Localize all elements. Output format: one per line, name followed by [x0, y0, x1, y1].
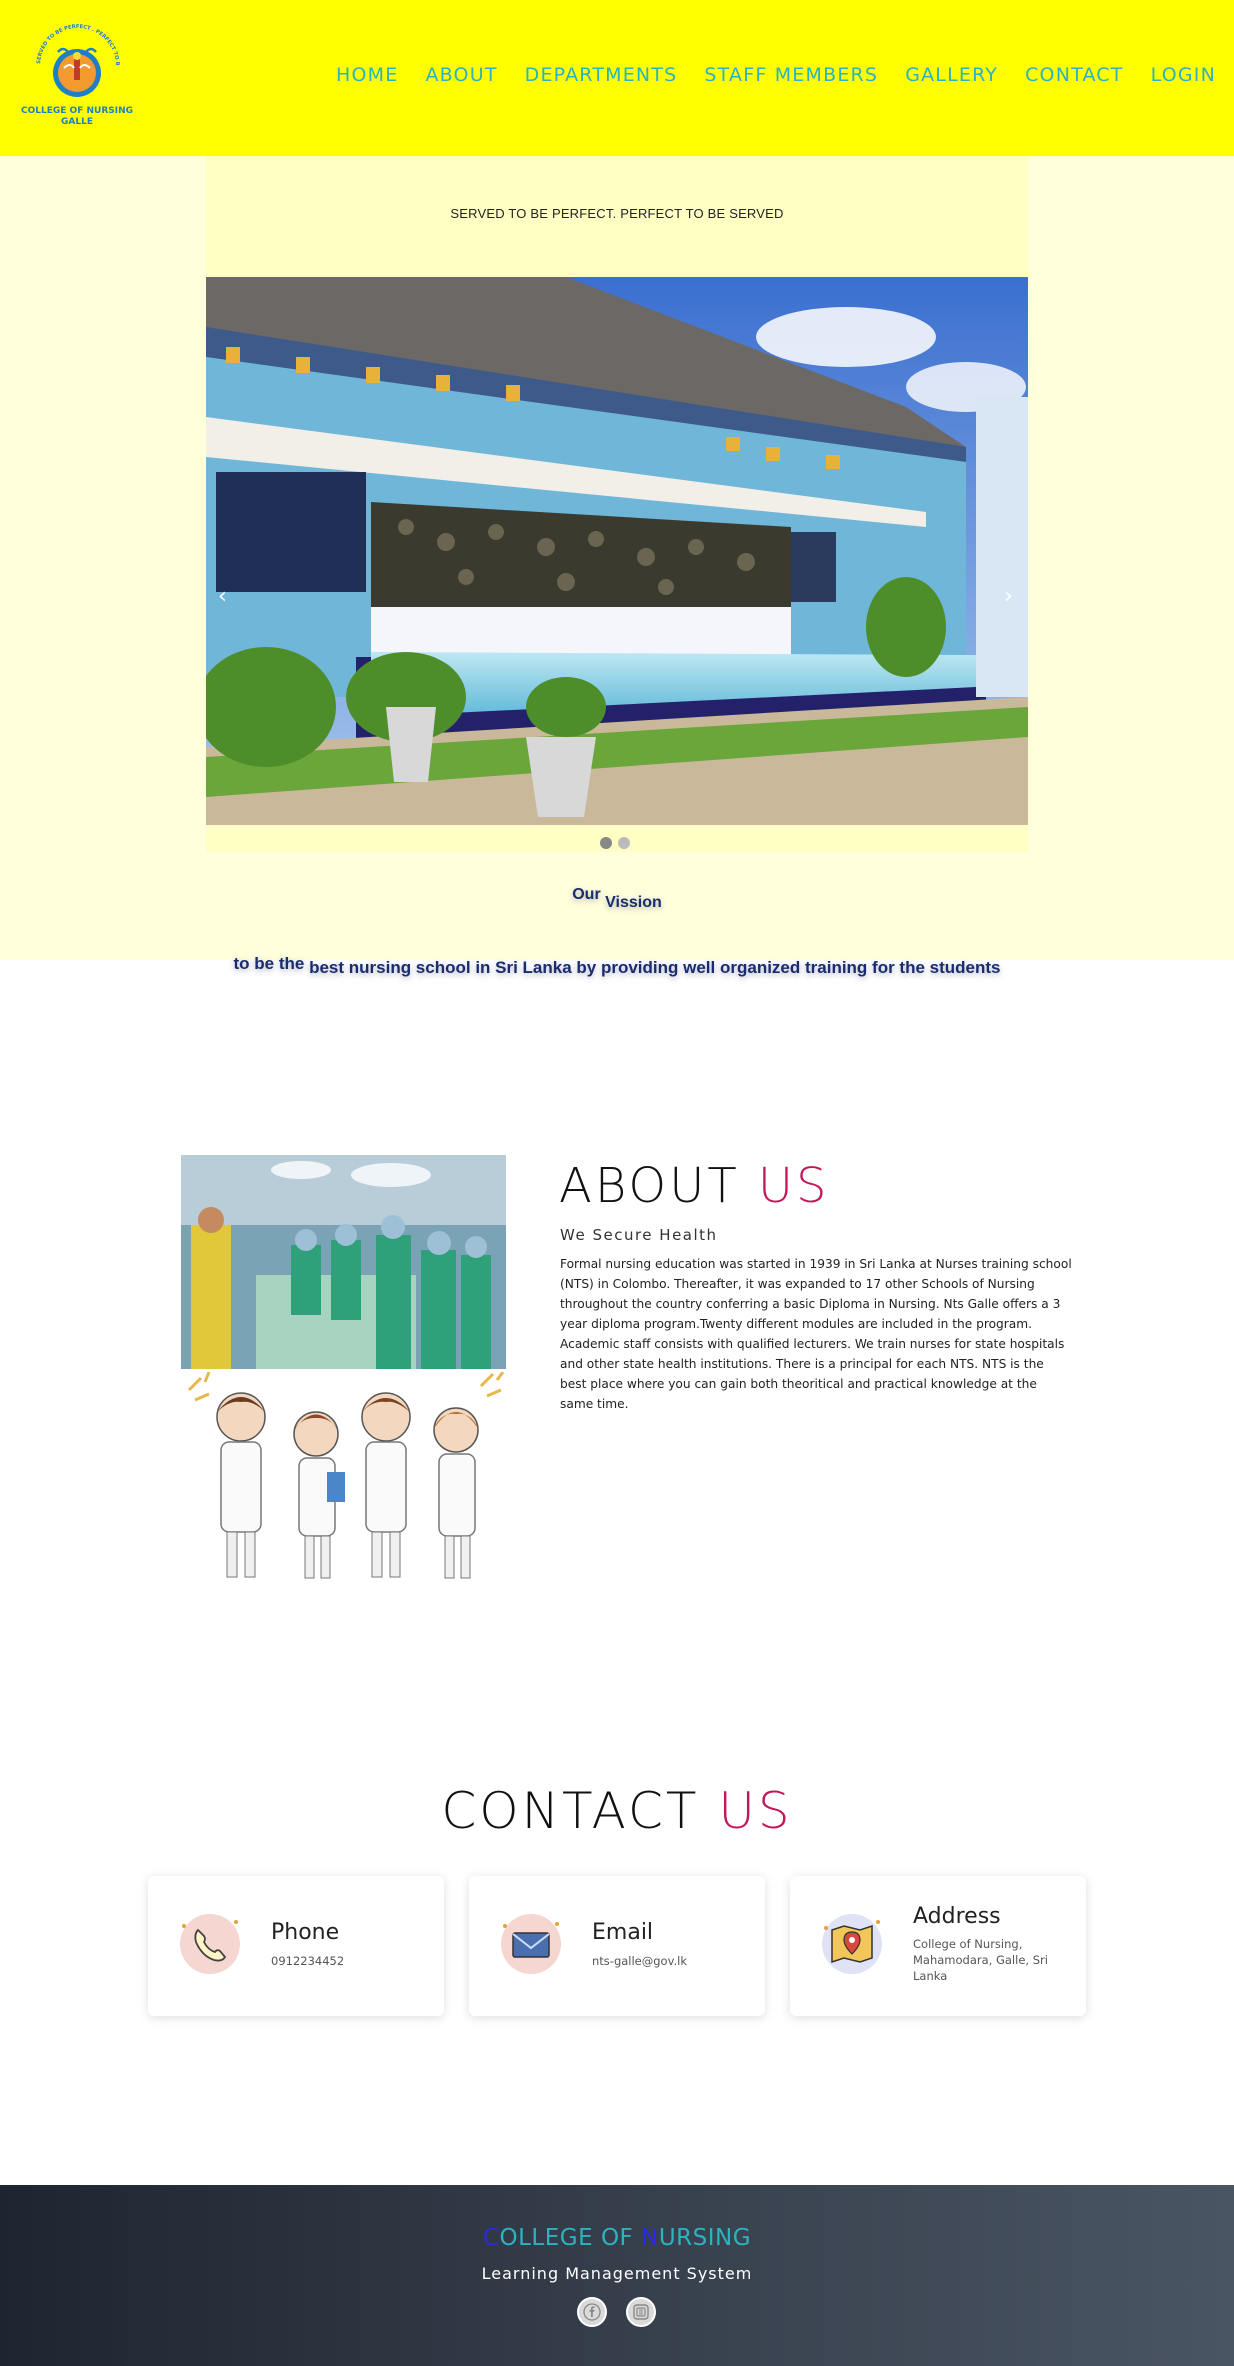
contact-card-address[interactable]: Address College of Nursing, Mahamodara, …	[790, 1876, 1086, 2016]
carousel-dot-1[interactable]	[600, 837, 612, 849]
hero-carousel-slide[interactable]	[206, 277, 1028, 825]
svg-text:GALLE: GALLE	[61, 117, 93, 127]
contact-heading-main: CONTACT	[441, 1782, 700, 1840]
phone-title: Phone	[271, 1920, 340, 1945]
email-icon	[499, 1912, 563, 1976]
vision-title: Our Vission	[0, 886, 1234, 912]
carousel-indicators	[600, 837, 630, 849]
nav-gallery[interactable]: GALLERY	[905, 64, 998, 86]
nav-about[interactable]: ABOUT	[425, 64, 497, 86]
about-heading: ABOUT US	[559, 1158, 830, 1214]
surgery-team-photo	[181, 1155, 506, 1369]
nav-contact[interactable]: CONTACT	[1025, 64, 1124, 86]
address-value: College of Nursing, Mahamodara, Galle, S…	[913, 1937, 1048, 1983]
facebook-icon[interactable]	[577, 2297, 607, 2327]
nav-home[interactable]: HOME	[336, 64, 398, 86]
hero-tagline: SERVED TO BE PERFECT. PERFECT TO BE SERV…	[450, 206, 784, 221]
carousel-dot-2[interactable]	[618, 837, 630, 849]
vision-title-vission: Vission	[605, 894, 662, 911]
email-title: Email	[592, 1920, 654, 1945]
navbar: SERVED TO BE PERFECT . PERFECT TO BE SER…	[0, 0, 1234, 156]
map-icon	[820, 1912, 884, 1976]
footer-title-n: N	[641, 2225, 659, 2251]
address-title: Address	[913, 1904, 1001, 1929]
carousel-next-arrow[interactable]: ›	[1004, 584, 1013, 609]
nav-staff-members[interactable]: STAFF MEMBERS	[704, 64, 878, 86]
campus-building-photo	[206, 277, 1028, 825]
contact-card-email[interactable]: Email nts-galle@gov.lk	[469, 1876, 765, 2016]
nav-departments[interactable]: DEPARTMENTS	[525, 64, 678, 86]
contact-heading-accent: US	[718, 1782, 793, 1840]
footer-title-rest2: URSING	[658, 2225, 752, 2251]
about-heading-accent: US	[757, 1158, 830, 1214]
svg-text:COLLEGE OF NURSING: COLLEGE OF NURSING	[21, 106, 133, 116]
carousel-prev-arrow[interactable]: ‹	[218, 584, 227, 609]
college-crest-logo: SERVED TO BE PERFECT . PERFECT TO BE SER…	[18, 18, 133, 127]
main-nav: HOME ABOUT DEPARTMENTS STAFF MEMBERS GAL…	[309, 64, 1216, 86]
instagram-icon[interactable]	[626, 2297, 656, 2327]
vision-text-part2: best nursing school in Sri Lanka by prov…	[309, 958, 1001, 977]
footer-subtitle: Learning Management System	[481, 2264, 753, 2283]
vision-text-part1: to be the	[233, 954, 305, 973]
footer-title-c: C	[482, 2225, 500, 2251]
about-subtitle: We Secure Health	[560, 1226, 718, 1244]
vision-title-our: Our	[572, 886, 601, 903]
footer-title: COLLEGE OF NURSING	[0, 2225, 1234, 2251]
contact-card-phone[interactable]: Phone 0912234452	[148, 1876, 444, 2016]
phone-value[interactable]: 0912234452	[271, 1953, 421, 1969]
email-value[interactable]: nts-galle@gov.lk	[592, 1953, 742, 1969]
phone-icon	[178, 1912, 242, 1976]
footer-title-rest1: OLLEGE OF	[499, 2225, 642, 2251]
vision-statement: to be the best nursing school in Sri Lan…	[0, 954, 1234, 978]
footer: COLLEGE OF NURSING Learning Management S…	[0, 2185, 1234, 2366]
college-logo[interactable]: SERVED TO BE PERFECT . PERFECT TO BE SER…	[18, 18, 136, 136]
cartoon-nurses-illustration	[181, 1372, 508, 1586]
contact-heading: CONTACT US	[0, 1782, 1234, 1840]
about-heading-main: ABOUT	[559, 1158, 740, 1214]
about-body-text: Formal nursing education was started in …	[560, 1257, 1072, 1411]
nav-login[interactable]: LOGIN	[1151, 64, 1216, 86]
